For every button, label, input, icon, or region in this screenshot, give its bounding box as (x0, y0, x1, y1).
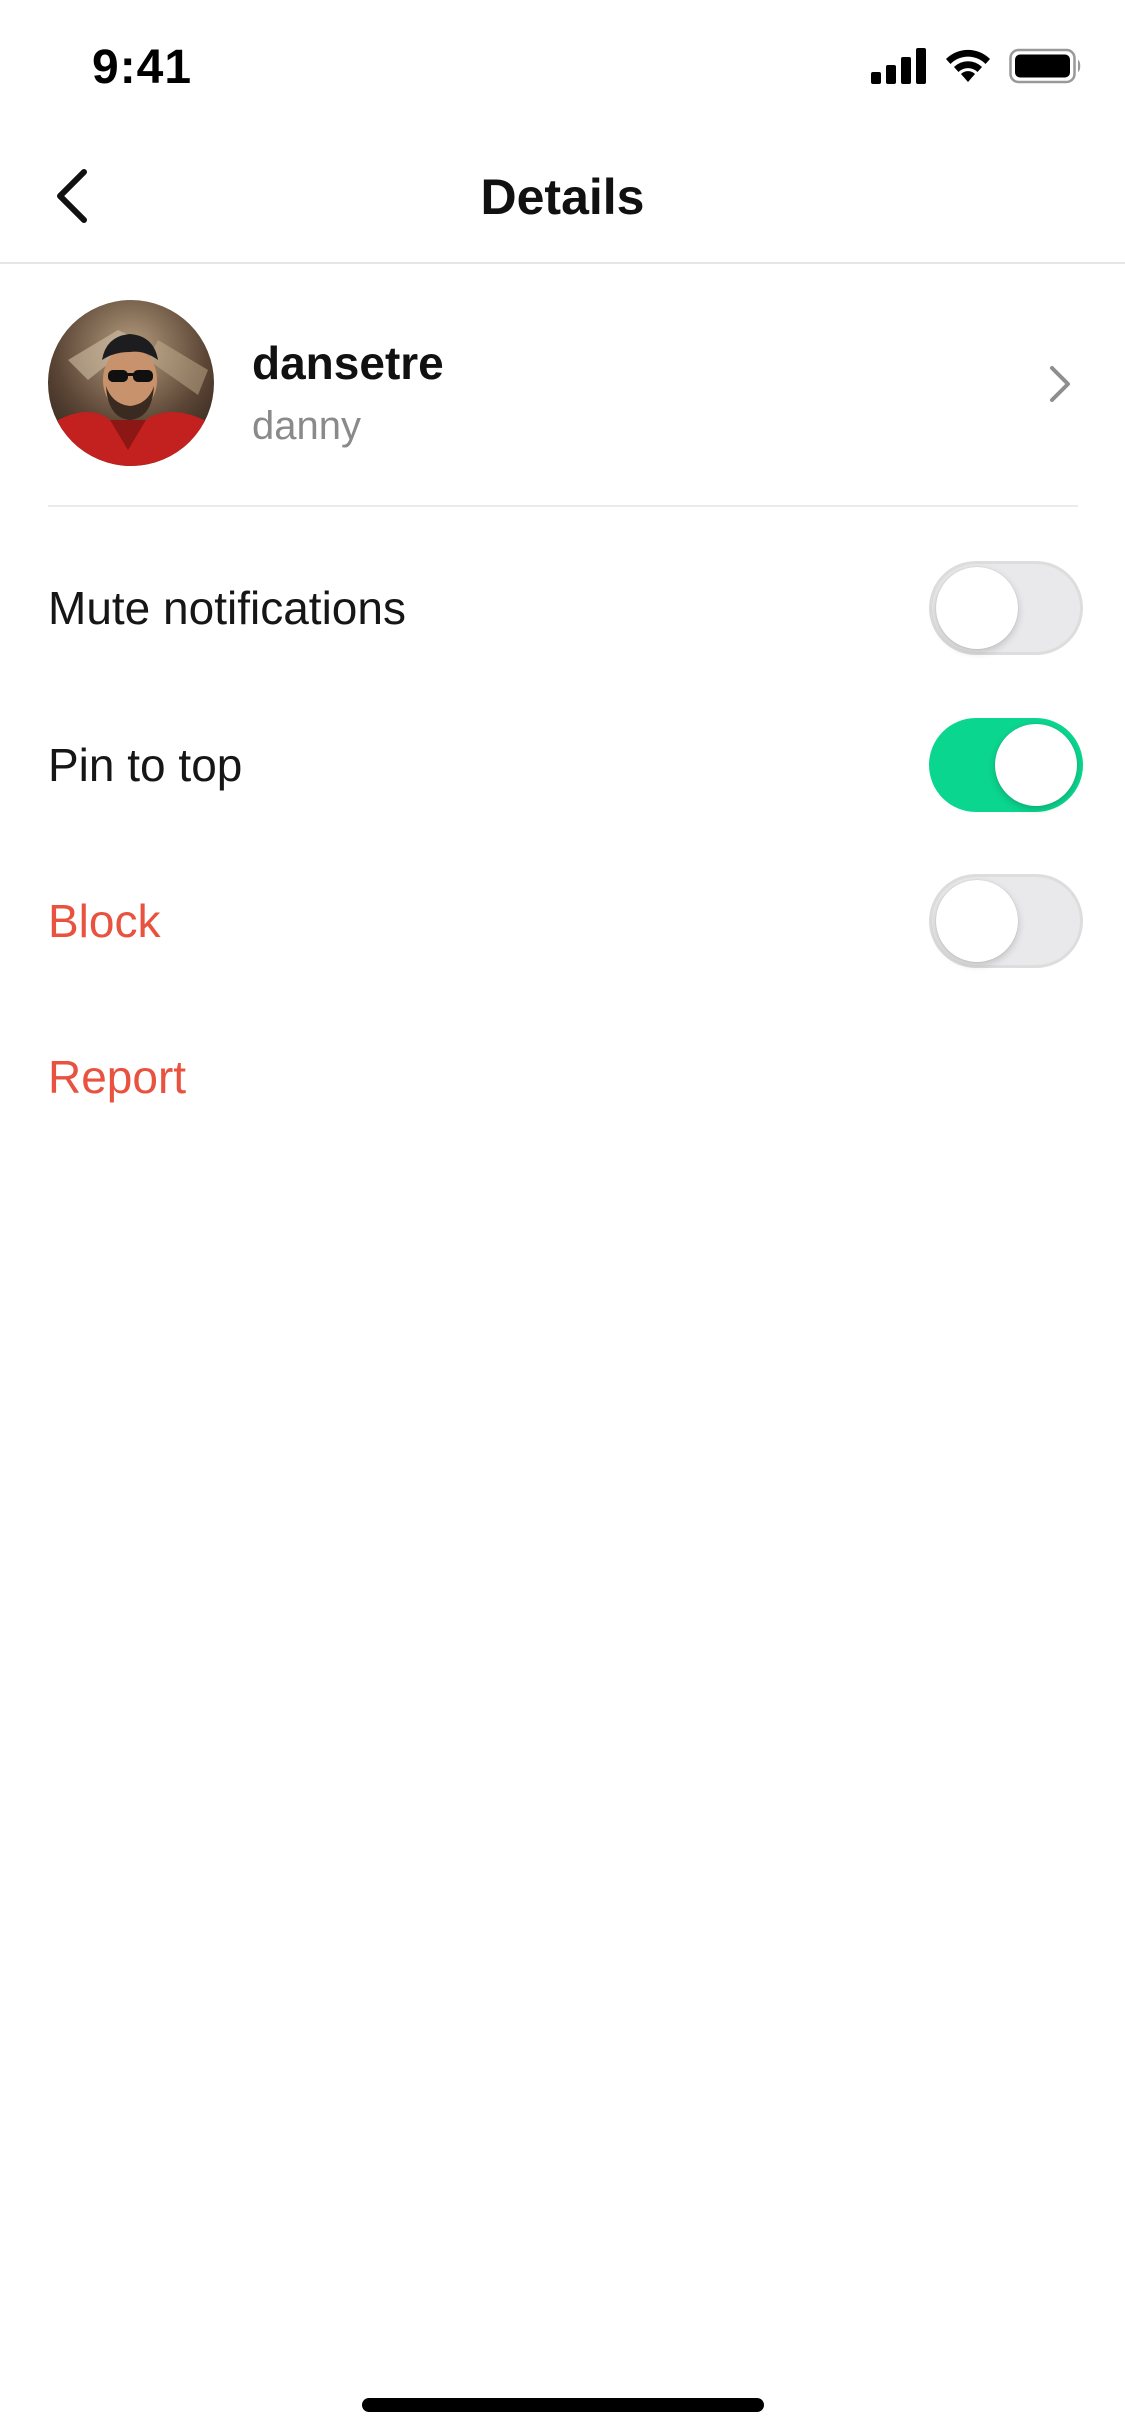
toggle-knob (995, 724, 1077, 806)
cellular-signal-icon (871, 47, 927, 89)
avatar[interactable] (48, 300, 214, 466)
chevron-right-icon (1038, 360, 1078, 408)
divider (48, 505, 1078, 507)
status-icons (871, 47, 1083, 89)
toggle-knob (936, 567, 1018, 649)
chevron-left-icon (52, 168, 92, 229)
status-time: 9:41 (92, 41, 193, 94)
wifi-icon (943, 48, 993, 89)
report-button[interactable]: Report (48, 1027, 1083, 1127)
setting-row-block: Block (48, 871, 1083, 971)
battery-icon (1009, 48, 1083, 89)
toggle-knob (936, 880, 1018, 962)
profile-name: dansetre (252, 337, 444, 389)
setting-row-mute-notifications: Mute notifications (48, 558, 1083, 658)
mute-notifications-toggle[interactable] (929, 561, 1083, 655)
back-button[interactable] (36, 162, 108, 234)
profile-row[interactable]: dansetre danny (48, 300, 1078, 468)
report-label: Report (48, 1051, 187, 1103)
setting-label: Mute notifications (48, 582, 406, 634)
home-indicator (362, 2398, 764, 2412)
pin-to-top-toggle[interactable] (929, 718, 1083, 812)
setting-label: Pin to top (48, 739, 243, 791)
page-title: Details (480, 169, 645, 225)
nav-bar: Details (0, 132, 1125, 264)
setting-label: Block (48, 895, 161, 947)
profile-handle: danny (252, 404, 361, 448)
status-bar: 9:41 (0, 0, 1125, 132)
setting-row-pin-to-top: Pin to top (48, 715, 1083, 815)
block-toggle[interactable] (929, 874, 1083, 968)
